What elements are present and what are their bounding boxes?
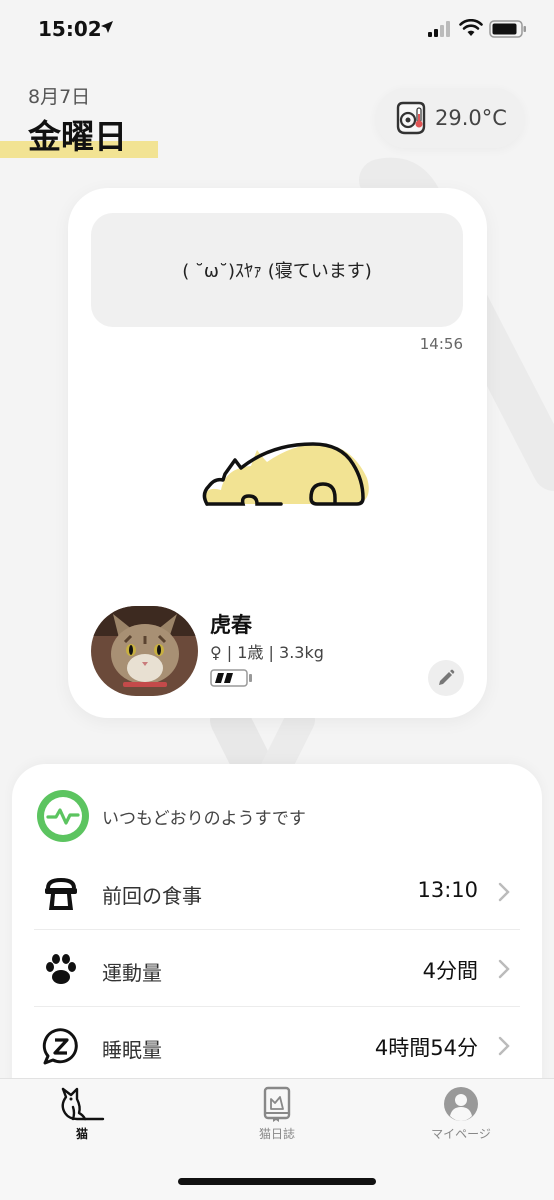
battery-level-bar [224,673,233,683]
speech-bubble: ( ˘ω˘)ｽﾔｧ (寝ています) [91,213,463,327]
paw-icon [42,951,80,989]
stat-row-sleep[interactable]: 睡眠量 4時間54分 [34,1008,520,1084]
date-label: 8月7日 [28,86,91,108]
stat-value-sleep: 4時間54分 [374,1036,478,1060]
collar-battery-icon [210,669,252,687]
diary-icon [263,1086,291,1122]
weekday-label: 金曜日 [28,117,127,156]
message-time: 14:56 [419,335,463,353]
cat-name: 虎春 [210,613,252,637]
speech-message: ( ˘ω˘)ｽﾔｧ (寝ています) [182,261,372,282]
sleep-z-icon [42,1028,80,1066]
profile-icon [444,1087,478,1121]
wifi-icon [459,19,483,36]
health-status-icon [37,790,89,842]
battery-icon [489,20,526,38]
tab-diary-label: 猫日誌 [258,1127,295,1141]
tab-diary[interactable]: 猫日誌 [217,1085,337,1155]
status-bar: 15:02 [0,0,554,60]
cat-avatar[interactable] [91,606,198,696]
cellular-signal-icon [428,21,450,37]
chevron-right-icon [498,882,510,902]
stat-label-sleep: 睡眠量 [102,1038,162,1062]
tab-cat-label: 猫 [75,1127,88,1141]
home-indicator [178,1178,376,1185]
tab-cat[interactable]: 猫 [22,1085,142,1155]
tab-mypage-label: マイページ [431,1127,491,1141]
battery-level-bar [215,673,224,683]
stat-value-last-meal: 13:10 [417,878,478,902]
cat-photo [91,606,198,696]
location-arrow-icon [101,21,113,33]
health-status-text: いつもどおりのようすです [102,809,306,829]
thermometer-device-icon [396,101,426,135]
chevron-right-icon [498,1036,510,1056]
food-bowl-icon [42,874,80,912]
stat-row-last-meal[interactable]: 前回の食事 13:10 [34,854,520,930]
status-time: 15:02 [38,17,102,41]
tab-mypage[interactable]: マイページ [401,1085,521,1155]
stat-label-last-meal: 前回の食事 [102,884,202,908]
status-summary-sheet: いつもどおりのようすです 前回の食事 13:10 運動量 4分間 睡眠量 4時間… [12,764,542,1094]
stat-label-activity: 運動量 [102,961,162,985]
cat-profile-meta: ♀ | 1歳 | 3.3kg [210,643,324,662]
temperature-pill[interactable]: 29.0°C [376,88,524,148]
stat-value-activity: 4分間 [422,959,478,983]
temperature-value: 29.0°C [435,106,507,130]
cat-icon [61,1087,105,1121]
edit-cat-button[interactable] [428,660,464,696]
pencil-icon [439,669,455,685]
cat-status-card[interactable]: ( ˘ω˘)ｽﾔｧ (寝ています) 14:56 虎春 ♀ | 1歳 | 3.3k… [68,188,487,718]
chevron-right-icon [498,959,510,979]
stat-row-activity[interactable]: 運動量 4分間 [34,931,520,1007]
sleeping-cat-icon [202,442,369,506]
